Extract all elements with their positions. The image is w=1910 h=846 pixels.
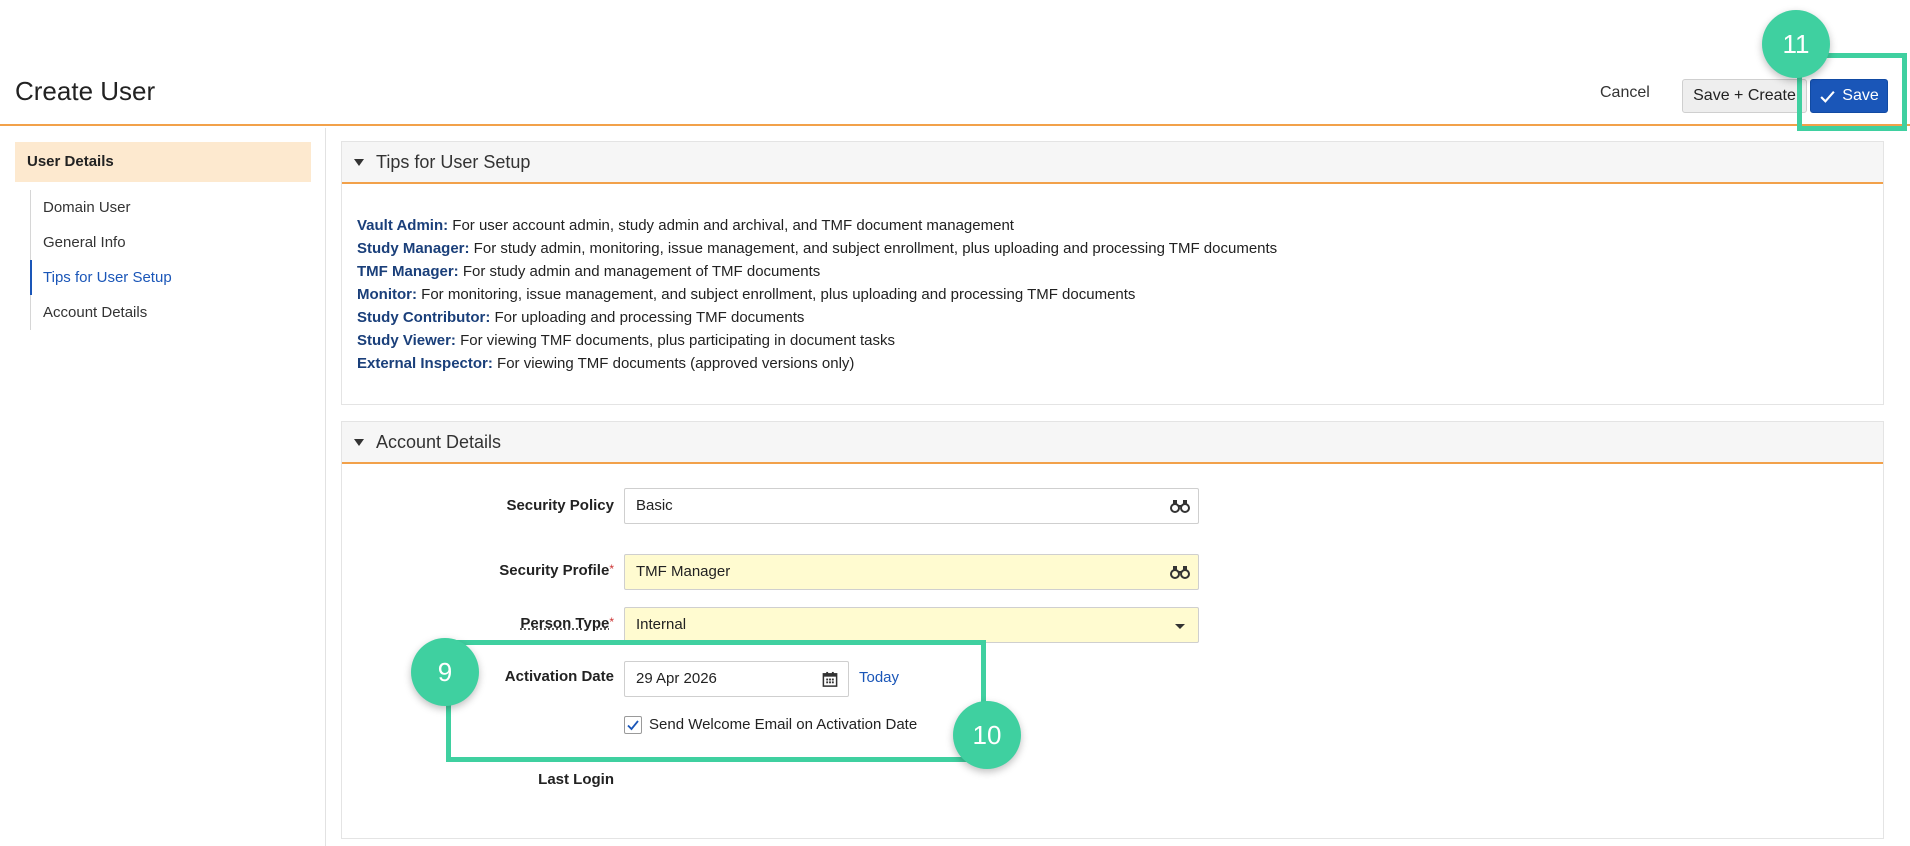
tip-role: Study Viewer: bbox=[357, 332, 456, 349]
cancel-button[interactable]: Cancel bbox=[1600, 84, 1650, 102]
step-badge-11: 11 bbox=[1762, 10, 1830, 78]
tip-text: For user account admin, study admin and … bbox=[448, 217, 1014, 234]
sidebar-heading[interactable]: User Details bbox=[15, 142, 311, 182]
sidebar: User Details Domain User General Info Ti… bbox=[0, 128, 326, 846]
tips-panel: Tips for User Setup Vault Admin: For use… bbox=[341, 141, 1884, 405]
caret-down-icon bbox=[354, 438, 364, 446]
tip-item: Study Viewer: For viewing TMF documents,… bbox=[357, 329, 1883, 352]
tip-text: For study admin and management of TMF do… bbox=[458, 263, 821, 280]
tip-item: TMF Manager: For study admin and managem… bbox=[357, 260, 1883, 283]
tip-text: For monitoring, issue management, and su… bbox=[416, 286, 1136, 303]
tip-role: Study Manager: bbox=[357, 240, 470, 257]
account-details-title: Account Details bbox=[376, 431, 502, 452]
tip-text: For viewing TMF documents (approved vers… bbox=[492, 355, 855, 372]
security-policy-field[interactable]: Basic bbox=[624, 488, 1199, 524]
sidebar-nav: Domain User General Info Tips for User S… bbox=[30, 190, 310, 330]
sidebar-item-account-details[interactable]: Account Details bbox=[31, 295, 310, 330]
tip-role: Study Contributor: bbox=[357, 309, 491, 326]
annotation-highlight-box bbox=[446, 640, 986, 762]
person-type-label-text: Person Type bbox=[520, 615, 610, 632]
sidebar-item-domain-user[interactable]: Domain User bbox=[31, 190, 310, 225]
binoculars-icon[interactable] bbox=[1170, 499, 1190, 513]
person-type-value: Internal bbox=[636, 616, 687, 633]
required-marker: * bbox=[609, 615, 614, 629]
step-badge-10: 10 bbox=[953, 701, 1021, 769]
tips-panel-header[interactable]: Tips for User Setup bbox=[342, 142, 1883, 184]
tip-item: Study Manager: For study admin, monitori… bbox=[357, 237, 1883, 260]
tip-text: For viewing TMF documents, plus particip… bbox=[455, 332, 896, 349]
person-type-select[interactable]: Internal bbox=[624, 607, 1199, 643]
binoculars-icon[interactable] bbox=[1170, 565, 1190, 579]
security-policy-value: Basic bbox=[636, 497, 673, 514]
tip-item: External Inspector: For viewing TMF docu… bbox=[357, 352, 1883, 375]
security-policy-label: Security Policy bbox=[506, 497, 614, 514]
tip-item: Monitor: For monitoring, issue managemen… bbox=[357, 283, 1883, 306]
security-profile-value: TMF Manager bbox=[636, 563, 731, 580]
tip-item: Vault Admin: For user account admin, stu… bbox=[357, 214, 1883, 237]
tip-role: TMF Manager: bbox=[357, 263, 459, 280]
last-login-label: Last Login bbox=[538, 771, 614, 788]
tip-item: Study Contributor: For uploading and pro… bbox=[357, 306, 1883, 329]
account-details-header[interactable]: Account Details bbox=[342, 422, 1883, 464]
tip-text: For study admin, monitoring, issue manag… bbox=[469, 240, 1278, 257]
caret-down-icon bbox=[354, 158, 364, 166]
tip-text: For uploading and processing TMF documen… bbox=[490, 309, 805, 326]
tips-list: Vault Admin: For user account admin, stu… bbox=[342, 184, 1883, 375]
page-header: Create User Cancel Save + Create Save bbox=[0, 0, 1910, 126]
save-create-button[interactable]: Save + Create bbox=[1682, 79, 1807, 113]
tip-role: External Inspector: bbox=[357, 355, 493, 372]
page-title: Create User bbox=[15, 76, 156, 106]
tip-role: Vault Admin: bbox=[357, 217, 449, 234]
tips-panel-title: Tips for User Setup bbox=[376, 151, 531, 172]
security-profile-label: Security Profile* bbox=[414, 562, 614, 579]
chevron-down-icon[interactable] bbox=[1170, 620, 1190, 634]
sidebar-item-tips-for-user-setup[interactable]: Tips for User Setup bbox=[30, 260, 310, 295]
step-badge-9: 9 bbox=[411, 638, 479, 706]
tip-role: Monitor: bbox=[357, 286, 417, 303]
sidebar-item-general-info[interactable]: General Info bbox=[31, 225, 310, 260]
required-marker: * bbox=[609, 562, 614, 576]
person-type-label: Person Type* bbox=[414, 615, 614, 632]
security-profile-label-text: Security Profile bbox=[499, 562, 610, 579]
security-profile-field[interactable]: TMF Manager bbox=[624, 554, 1199, 590]
